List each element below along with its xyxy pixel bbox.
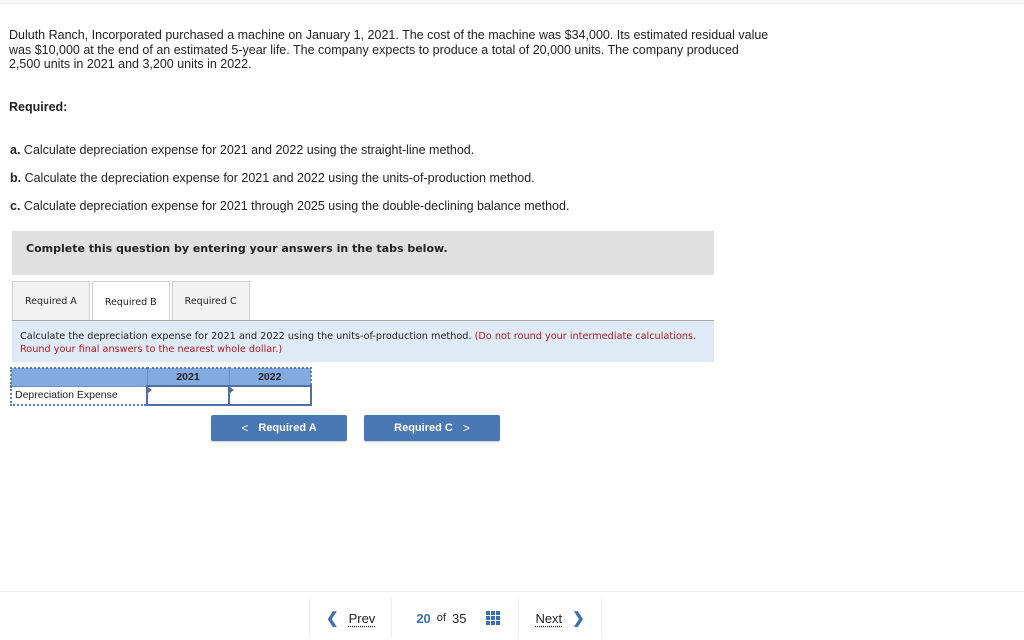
tab-required-c[interactable]: Required C [171,281,250,321]
requirement-text: Calculate depreciation expense for 2021 … [20,199,570,213]
depreciation-2021-input[interactable] [148,388,228,403]
requirement-letter: c. [10,199,21,213]
current-page: 20 [416,610,431,626]
table-header-2021: 2021 [146,367,230,387]
tab-bar: Required A Required B Required C [12,281,252,322]
prev-page-button[interactable]: ❮ Prev [310,609,391,627]
input-marker-icon [148,387,152,393]
problem-statement: Duluth Ranch, Incorporated purchased a m… [9,28,769,71]
requirement-c: c. Calculate depreciation expense for 20… [10,199,569,213]
required-heading: Required: [9,100,68,114]
table-header-blank [10,367,148,387]
cell-2021[interactable] [146,385,230,406]
pagination-footer: ❮ Prev 20 of 35 Next ❯ [309,596,602,640]
table-header-2022: 2022 [228,367,312,387]
requirement-letter: b. [10,171,22,185]
next-button-label: Required C [394,422,453,434]
prev-required-a-button[interactable]: < Required A [211,415,347,441]
next-page-label: Next [535,610,563,626]
chevron-right-icon: > [462,421,470,435]
requirement-letter: a. [10,143,21,157]
requirement-text: Calculate depreciation expense for 2021 … [20,143,475,157]
page-indicator: 20 of 35 [392,611,518,626]
table-header-row: 2021 2022 [10,367,312,387]
grid-icon[interactable] [486,611,501,625]
chevron-left-icon: ❮ [326,610,339,627]
requirement-a: a. Calculate depreciation expense for 20… [10,143,474,157]
next-required-c-button[interactable]: Required C > [364,415,500,441]
input-marker-icon [230,387,234,393]
footer-divider [0,591,1024,592]
prev-button-label: Required A [258,422,317,434]
requirement-text: Calculate the depreciation expense for 2… [21,171,535,185]
requirement-b: b. Calculate the depreciation expense fo… [10,171,535,185]
chevron-left-icon: < [241,421,249,435]
page-of-label: of [436,612,446,624]
panel-text: Calculate the depreciation expense for 2… [20,330,710,356]
panel-main-text: Calculate the depreciation expense for 2… [20,331,475,342]
answer-table: 2021 2022 Depreciation Expense [10,367,312,406]
chevron-right-icon: ❯ [572,610,585,627]
table-row: Depreciation Expense [10,385,312,406]
prev-page-label: Prev [348,610,376,626]
tab-panel-instructions: Calculate the depreciation expense for 2… [12,321,714,362]
top-bar [0,0,1024,4]
row-label-depreciation-expense: Depreciation Expense [10,385,148,406]
next-page-button[interactable]: Next ❯ [519,609,600,627]
depreciation-2022-input[interactable] [230,388,310,403]
total-pages: 35 [451,610,467,626]
cell-2022[interactable] [228,385,312,406]
instruction-banner: Complete this question by entering your … [12,231,714,275]
tab-required-b[interactable]: Required B [91,281,170,322]
footer-separator [600,598,602,638]
tab-required-a[interactable]: Required A [12,281,90,321]
instruction-text: Complete this question by entering your … [26,242,448,255]
